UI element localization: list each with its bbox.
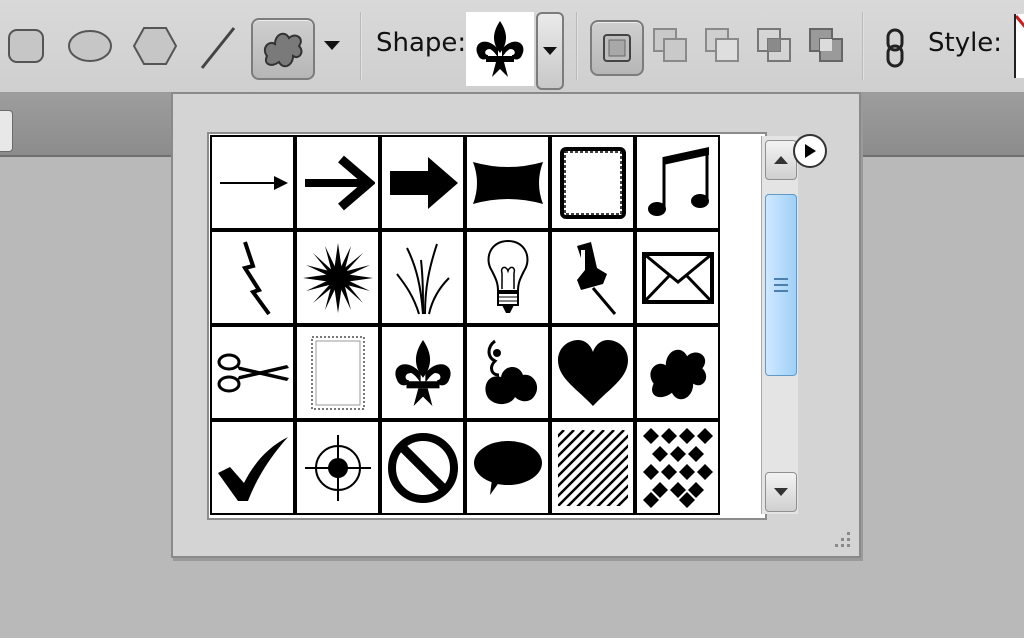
line-icon [200,27,236,69]
shape-lightbulb[interactable] [465,230,550,325]
style-swatch[interactable] [1014,14,1024,78]
subtract-icon [705,28,739,62]
shape-picker-menu-button[interactable] [793,134,827,168]
thin-arrow-icon [219,175,288,190]
shape-ornament[interactable] [465,325,550,420]
grass-icon [395,243,450,314]
intersect-icon [757,28,791,62]
hatching-icon [557,429,628,506]
shape-banner[interactable] [465,135,550,230]
splat-icon [263,32,303,68]
shape-target[interactable] [295,420,380,515]
shape-block-arrow[interactable] [380,135,465,230]
exclude-icon [809,28,843,62]
scroll-up-button[interactable] [765,140,797,180]
rounded-rectangle-tool[interactable] [6,26,46,66]
shape-grid [210,135,721,516]
line-tool[interactable] [196,24,240,72]
bold-arrow-icon [304,155,375,210]
shape-splat[interactable] [635,325,720,420]
custom-shape-tool[interactable] [251,18,315,80]
shape-heart[interactable] [550,325,635,420]
exclude-overlap-button[interactable] [804,22,848,68]
grip-lines-icon [774,278,788,292]
banner-icon [472,161,543,204]
lightbulb-icon [487,239,528,313]
chevron-down-icon [543,46,557,55]
target-icon [304,434,371,501]
pushpin-icon [576,241,616,315]
block-arrow-icon [389,156,458,209]
toolbar-separator [360,12,362,80]
shape-checkmark[interactable] [210,420,295,515]
shape-hatching[interactable] [550,420,635,515]
envelope-icon [641,251,714,304]
link-icon [886,28,904,68]
rounded-rect-icon [8,29,44,63]
checkmark-icon [217,436,288,501]
no-sign-icon [387,432,458,503]
lightning-icon [241,240,271,315]
chevron-down-icon [324,41,340,50]
link-button[interactable] [878,26,912,70]
heart-icon [557,339,628,406]
options-toolbar: Shape: Style: [0,0,1024,93]
shape-grid-scrollbar[interactable] [761,136,798,514]
add-icon [653,28,687,62]
scissors-icon [217,353,289,392]
shape-bold-arrow[interactable] [295,135,380,230]
stamp-icon [310,335,365,410]
new-layer-icon [603,34,631,62]
toolbar-separator [862,12,864,80]
tool-dropdown-arrow[interactable] [318,36,346,56]
fleur-de-lis-icon [476,21,524,77]
shape-thin-arrow[interactable] [210,135,295,230]
ellipse-icon [68,30,112,62]
shape-checkerboard[interactable] [635,420,720,515]
ellipse-tool[interactable] [66,26,114,66]
style-label: Style: [928,28,1003,58]
shape-music-note[interactable] [635,135,720,230]
play-circle-icon [805,144,816,158]
scroll-down-button[interactable] [765,472,797,512]
ornament-icon [484,339,537,404]
current-shape-preview[interactable] [466,12,534,86]
no-style-icon [1016,15,1024,28]
fleur-de-lis-icon [394,339,451,406]
subtract-from-shape-button[interactable] [700,22,744,68]
toolbar-separator [576,12,578,80]
splat-icon [649,349,706,399]
starburst-icon [302,242,373,313]
shape-speech-bubble[interactable] [465,420,550,515]
chevron-up-icon [774,156,788,164]
shape-scissors[interactable] [210,325,295,420]
shape-no-sign[interactable] [380,420,465,515]
shape-grid-frame [207,132,798,520]
intersect-shape-button[interactable] [752,22,796,68]
custom-shape-picker [171,92,861,558]
shape-pushpin[interactable] [550,230,635,325]
chevron-down-icon [774,488,788,496]
add-to-shape-button[interactable] [648,22,692,68]
music-note-icon [647,146,709,216]
shape-grass[interactable] [380,230,465,325]
shape-frame[interactable] [550,135,635,230]
speech-bubble-icon [473,440,542,495]
new-layer-mode-button[interactable] [590,20,644,76]
shape-lightning[interactable] [210,230,295,325]
scroll-thumb[interactable] [765,194,797,376]
polygon-icon [132,27,178,65]
polygon-tool[interactable] [132,24,178,68]
shape-stamp[interactable] [295,325,380,420]
document-tab[interactable] [0,110,13,152]
shape-label: Shape: [376,28,467,58]
shape-fleur-de-lis[interactable] [380,325,465,420]
shape-picker-dropdown-button[interactable] [536,12,564,90]
frame-icon [559,146,626,219]
shape-starburst[interactable] [295,230,380,325]
checkerboard-icon [642,427,713,508]
resize-grip-icon[interactable] [831,528,853,550]
shape-envelope[interactable] [635,230,720,325]
